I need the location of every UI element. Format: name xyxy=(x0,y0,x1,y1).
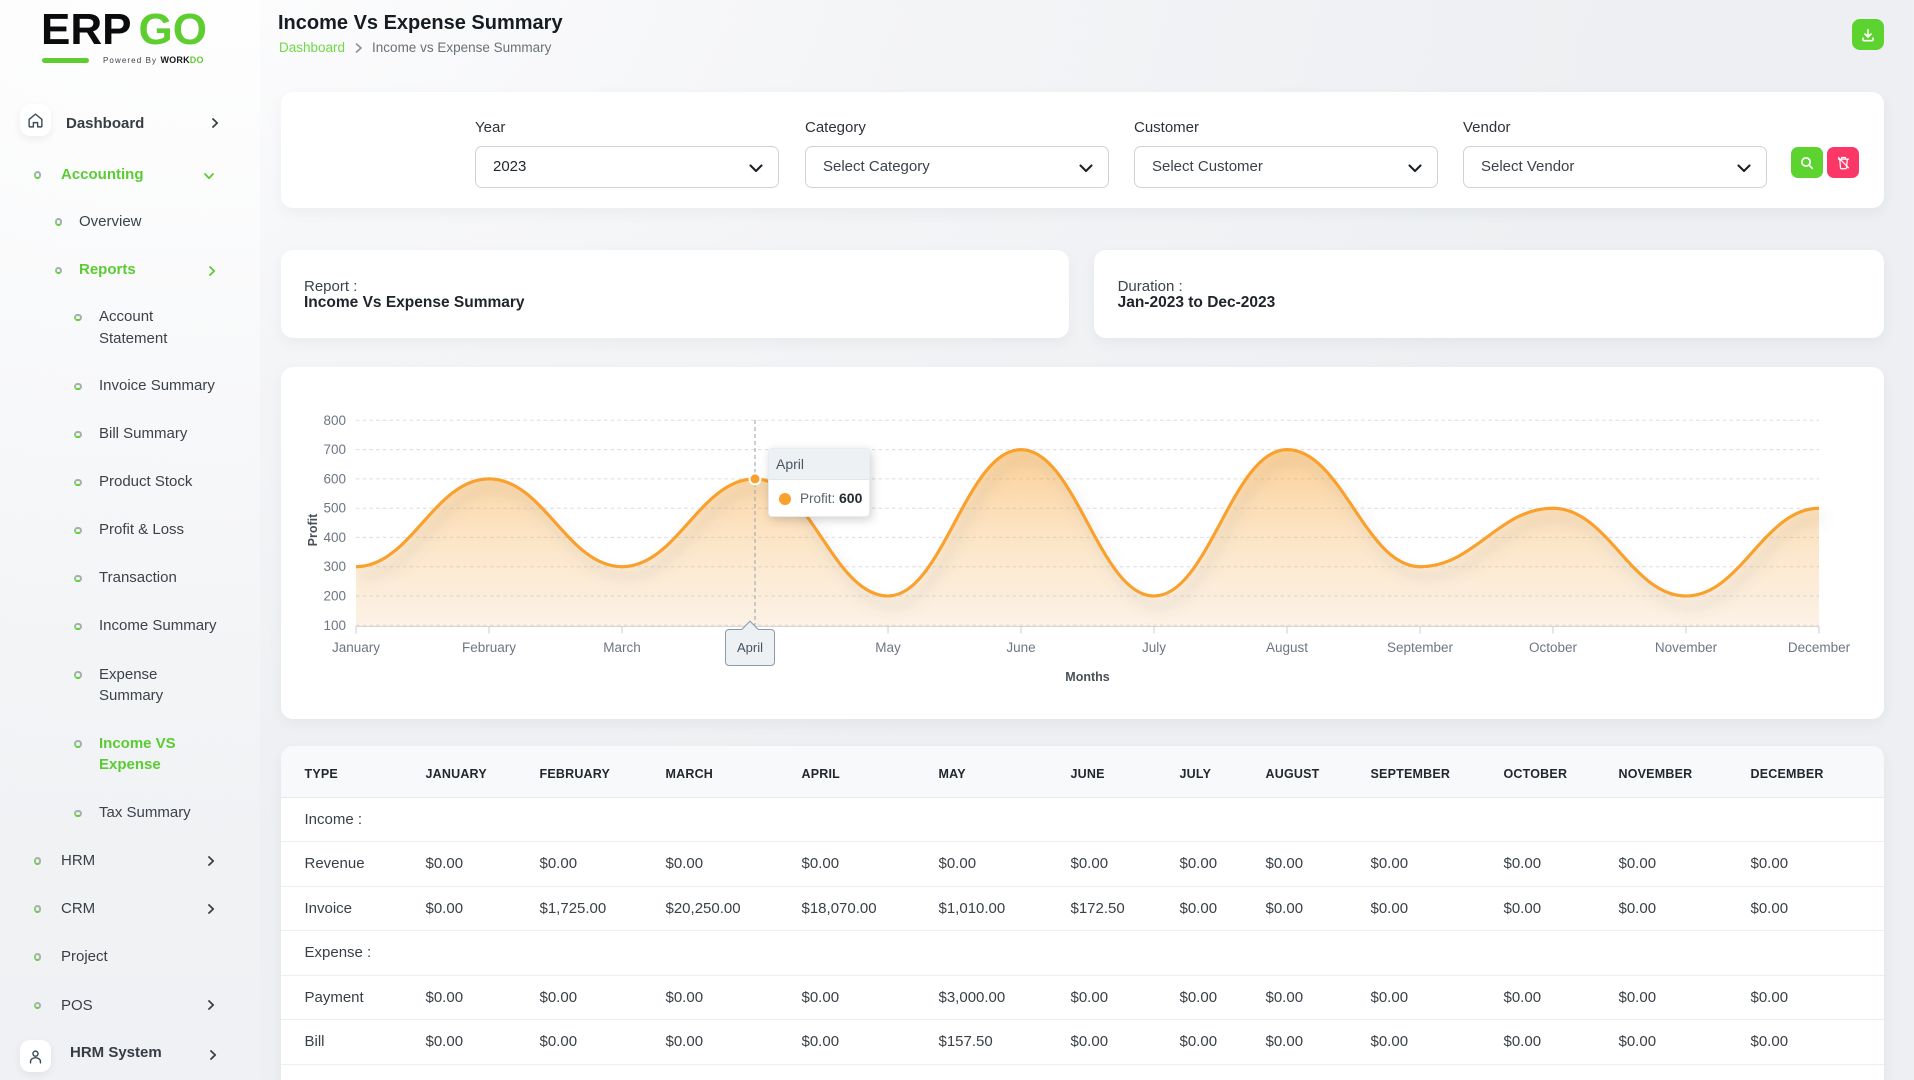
svg-text:December: December xyxy=(1788,640,1851,655)
svg-text:200: 200 xyxy=(323,589,346,604)
svg-text:May: May xyxy=(875,640,901,655)
svg-text:500: 500 xyxy=(323,501,346,516)
svg-text:February: February xyxy=(462,640,516,655)
svg-text:700: 700 xyxy=(323,442,346,457)
svg-text:June: June xyxy=(1006,640,1035,655)
svg-text:August: August xyxy=(1266,640,1308,655)
svg-text:100: 100 xyxy=(323,618,346,633)
svg-text:800: 800 xyxy=(323,413,346,428)
svg-text:400: 400 xyxy=(323,530,346,545)
svg-text:March: March xyxy=(603,640,641,655)
svg-text:Profit: Profit xyxy=(306,513,320,546)
svg-text:600: 600 xyxy=(323,471,346,486)
svg-text:October: October xyxy=(1529,640,1578,655)
svg-text:Months: Months xyxy=(1065,670,1109,684)
svg-text:November: November xyxy=(1655,640,1718,655)
svg-text:July: July xyxy=(1142,640,1166,655)
svg-text:September: September xyxy=(1387,640,1454,655)
svg-text:300: 300 xyxy=(323,559,346,574)
svg-text:January: January xyxy=(332,640,380,655)
